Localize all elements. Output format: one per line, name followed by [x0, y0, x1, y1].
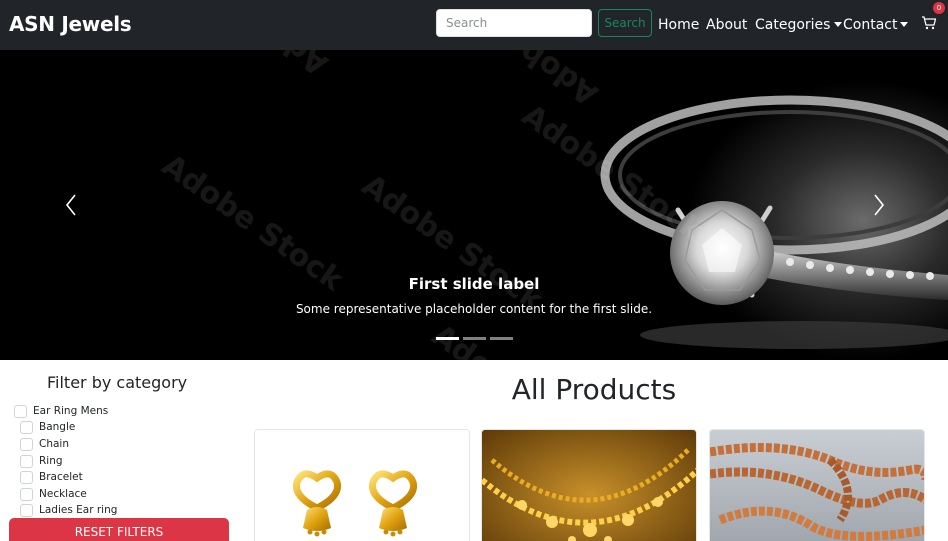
chevron-down-icon[interactable] [900, 22, 908, 27]
carousel-indicator-3[interactable] [490, 337, 513, 340]
cart-count-badge: 0 [933, 2, 945, 14]
filter-label: Bangle [39, 421, 76, 433]
filter-label: Ring [39, 455, 63, 467]
nav-home-link[interactable]: Home [658, 17, 699, 33]
product-card[interactable] [481, 429, 697, 541]
carousel-indicator-2[interactable] [463, 337, 486, 340]
checkbox[interactable] [20, 487, 33, 501]
chevron-down-icon [834, 22, 843, 27]
checkbox[interactable] [20, 437, 33, 451]
checkbox[interactable] [20, 454, 33, 468]
filter-label: Ear Ring Mens [33, 405, 109, 417]
filter-title: Filter by category [47, 373, 188, 392]
product-card[interactable] [709, 429, 925, 541]
filter-label: Ladies Ear ring [39, 504, 118, 516]
carousel-prev-button[interactable] [58, 185, 84, 225]
slide-caption-title: First slide label [408, 275, 540, 293]
products-title: All Products [511, 373, 677, 406]
chevron-left-icon [65, 194, 76, 216]
cart-icon [922, 16, 937, 30]
search-input[interactable] [436, 9, 592, 37]
checkbox[interactable] [20, 470, 33, 484]
slide-caption-text: Some representative placeholder content … [295, 302, 653, 316]
chevron-right-icon [874, 194, 885, 216]
filter-checkbox-ring[interactable]: Ring [20, 454, 63, 468]
carousel-next-button[interactable] [866, 185, 892, 225]
filter-label: Bracelet [39, 471, 83, 483]
hero-carousel: Adobe Stock Adobe Stock Adobe Stock Adob… [0, 50, 948, 360]
reset-filters-button[interactable]: RESET FILTERS [9, 518, 229, 541]
filter-checkbox-chain[interactable]: Chain [20, 437, 69, 451]
gold-chain-image [710, 430, 924, 541]
filter-checkbox-ear-ring-mens[interactable]: Ear Ring Mens [14, 404, 108, 418]
filter-checkbox-bangle[interactable]: Bangle [20, 420, 75, 434]
nav-categories-label: Categories [755, 17, 831, 33]
search-button[interactable]: Search [598, 9, 652, 37]
checkbox[interactable] [14, 404, 27, 418]
filter-checkbox-bracelet[interactable]: Bracelet [20, 470, 83, 484]
nav-contact-link[interactable]: Contact [843, 17, 897, 33]
filter-label: Necklace [39, 488, 87, 500]
gold-necklace-image [482, 430, 696, 541]
filter-checkbox-necklace[interactable]: Necklace [20, 487, 87, 501]
product-card[interactable] [254, 429, 470, 541]
nav-about-link[interactable]: About [706, 17, 747, 33]
cart-button[interactable] [921, 15, 937, 31]
filter-label: Chain [39, 438, 69, 450]
checkbox[interactable] [20, 503, 33, 517]
navbar: ASN Jewels Search Home About Categories … [0, 0, 948, 50]
nav-categories-dropdown[interactable]: Categories [755, 17, 843, 33]
filter-checkbox-ladies-ear-ring[interactable]: Ladies Ear ring [20, 503, 117, 517]
gold-earrings-image [255, 430, 469, 541]
brand-logo[interactable]: ASN Jewels [9, 12, 132, 36]
carousel-indicator-1[interactable] [436, 337, 459, 340]
checkbox[interactable] [20, 420, 33, 434]
